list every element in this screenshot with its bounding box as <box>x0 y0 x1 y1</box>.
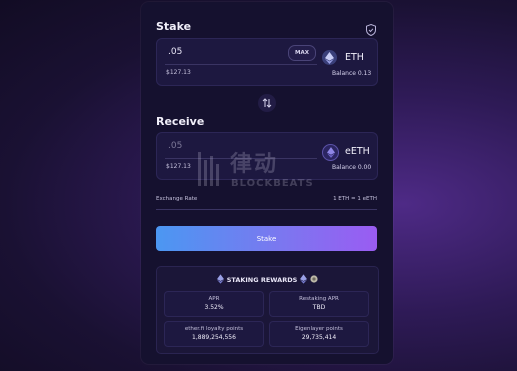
eeth-icon <box>322 144 339 161</box>
blockbeats-watermark: 律动 BLOCKBEATS <box>196 146 322 192</box>
stat-value: 1,889,254,556 <box>192 334 236 341</box>
exchange-rate-label: Exchange Rate <box>156 196 198 202</box>
eigenlayer-icon <box>310 275 318 285</box>
stake-button[interactable]: Stake <box>156 226 377 251</box>
swap-direction-button[interactable] <box>258 94 276 112</box>
stake-token-name[interactable]: ETH <box>345 52 364 63</box>
stake-input-panel: .05 MAX $127.13 ETH Balance 0.13 <box>156 38 378 86</box>
loyalty-points-stat: ether.fi loyalty points 1,889,254,556 <box>164 321 264 347</box>
stat-value: 3.52% <box>204 304 224 311</box>
stake-amount-input[interactable]: .05 <box>168 47 182 57</box>
stake-title: Stake <box>156 20 192 33</box>
stat-label: APR <box>208 296 220 302</box>
stake-usd-value: $127.13 <box>166 69 191 76</box>
receive-title: Receive <box>156 115 205 128</box>
eigenlayer-points-stat: Eigenlayer points 29,735,414 <box>269 321 369 347</box>
restaking-apr-stat: Restaking APR TBD <box>269 291 369 317</box>
staking-rewards-panel: STAKING REWARDS APR 3.52% Restaking APR … <box>156 266 379 354</box>
stat-label: Restaking APR <box>299 296 339 302</box>
stat-label: ether.fi loyalty points <box>184 326 244 332</box>
swap-arrows-icon <box>262 98 272 108</box>
shield-icon[interactable] <box>364 22 378 37</box>
apr-stat: APR 3.52% <box>164 291 264 317</box>
ethereum-icon <box>300 274 308 286</box>
receive-amount: .05 <box>168 141 183 151</box>
receive-token-name: eETH <box>345 146 370 157</box>
stake-balance: Balance 0.13 <box>332 70 372 77</box>
receive-usd-value: $127.13 <box>166 163 191 170</box>
exchange-rate-value: 1 ETH = 1 eETH <box>333 196 377 202</box>
stat-value: TBD <box>312 304 326 311</box>
receive-balance: Balance 0.00 <box>332 164 372 171</box>
input-underline <box>165 64 317 65</box>
rewards-title: STAKING REWARDS <box>226 276 298 284</box>
stat-label: Eigenlayer points <box>295 326 343 332</box>
stat-value: 29,735,414 <box>301 334 337 341</box>
blockbeats-logo-icon <box>198 152 219 186</box>
exchange-divider <box>156 209 377 210</box>
rewards-header: STAKING REWARDS <box>157 274 378 286</box>
watermark-cn-text: 律动 <box>230 152 279 177</box>
ethereum-icon <box>322 50 337 65</box>
max-button[interactable]: MAX <box>288 45 316 61</box>
watermark-en-text: BLOCKBEATS <box>231 178 314 189</box>
ethereum-icon <box>216 274 224 286</box>
